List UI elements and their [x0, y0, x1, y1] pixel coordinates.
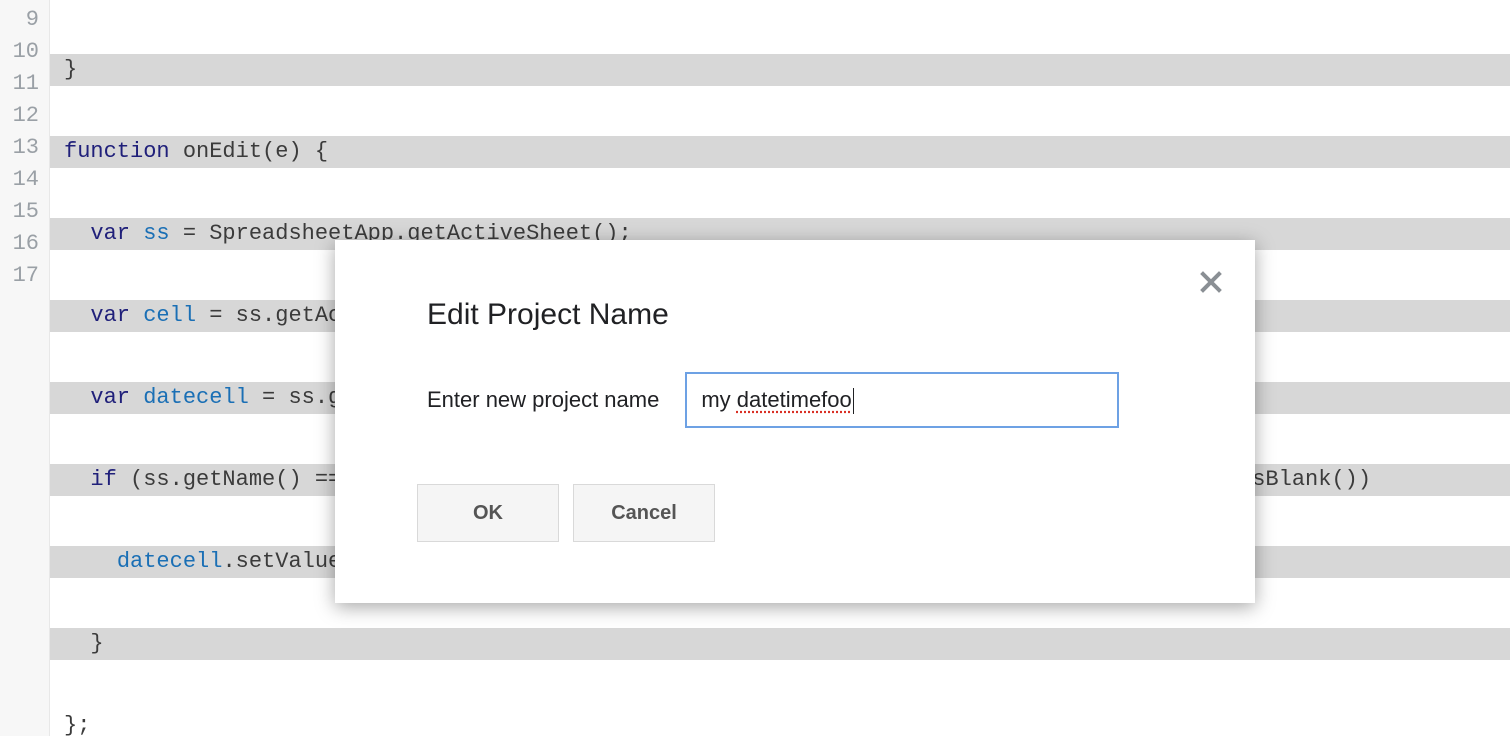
line-number: 10 [0, 36, 49, 68]
project-name-label: Enter new project name [427, 387, 659, 413]
line-number: 14 [0, 164, 49, 196]
code-editor: 9 10 11 12 13 14 15 16 17 } function onE… [0, 0, 1510, 736]
line-number-gutter: 9 10 11 12 13 14 15 16 17 [0, 0, 50, 736]
close-icon[interactable] [1195, 266, 1227, 298]
line-number: 9 [0, 4, 49, 36]
code-line: } [50, 54, 1510, 86]
project-name-input[interactable] [685, 372, 1119, 428]
dialog-title: Edit Project Name [335, 240, 1255, 332]
edit-project-name-dialog: Edit Project Name Enter new project name… [335, 240, 1255, 603]
line-number: 16 [0, 228, 49, 260]
line-number: 12 [0, 100, 49, 132]
code-line: } [50, 628, 1510, 660]
line-number: 13 [0, 132, 49, 164]
line-number: 15 [0, 196, 49, 228]
line-number: 17 [0, 260, 49, 292]
code-line: function onEdit(e) { [50, 136, 1510, 168]
ok-button[interactable]: OK [417, 484, 559, 542]
cancel-button[interactable]: Cancel [573, 484, 715, 542]
code-line: }; [50, 710, 1510, 736]
line-number: 11 [0, 68, 49, 100]
